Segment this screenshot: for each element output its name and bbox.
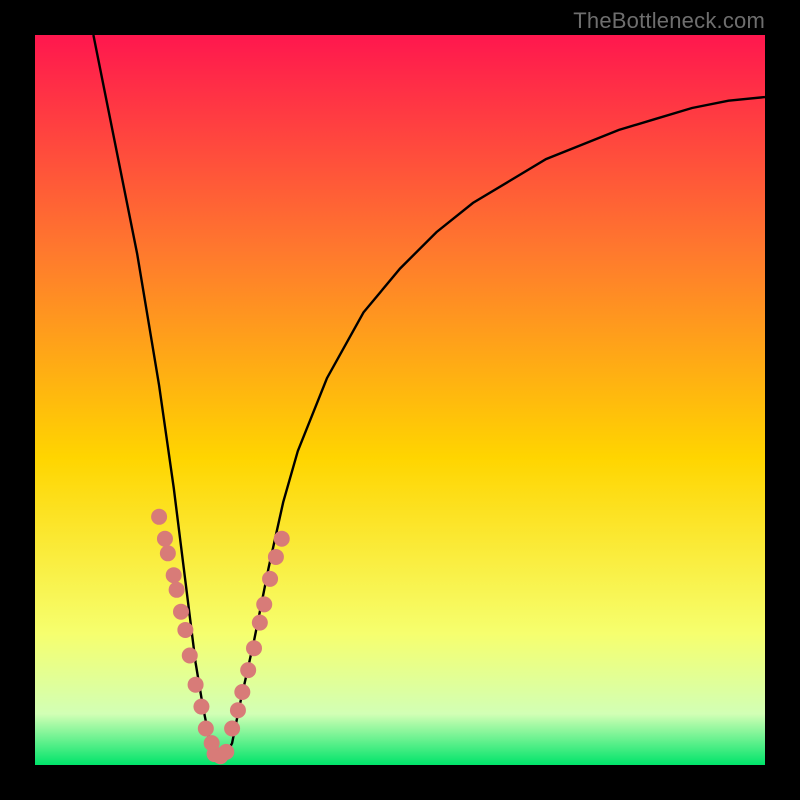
data-point — [224, 721, 240, 737]
data-point — [240, 662, 256, 678]
data-point — [262, 571, 278, 587]
bottleneck-chart — [35, 35, 765, 765]
data-point — [268, 549, 284, 565]
data-point — [256, 596, 272, 612]
data-point — [151, 509, 167, 525]
gradient-background — [35, 35, 765, 765]
data-point — [274, 531, 290, 547]
data-point — [246, 640, 262, 656]
data-point — [218, 744, 234, 760]
data-point — [198, 721, 214, 737]
data-point — [160, 545, 176, 561]
chart-frame — [35, 35, 765, 765]
data-point — [193, 699, 209, 715]
data-point — [230, 702, 246, 718]
data-point — [169, 582, 185, 598]
data-point — [234, 684, 250, 700]
data-point — [182, 648, 198, 664]
watermark-text: TheBottleneck.com — [573, 8, 765, 34]
data-point — [173, 604, 189, 620]
data-point — [177, 622, 193, 638]
data-point — [166, 567, 182, 583]
data-point — [252, 615, 268, 631]
data-point — [188, 677, 204, 693]
data-point — [157, 531, 173, 547]
